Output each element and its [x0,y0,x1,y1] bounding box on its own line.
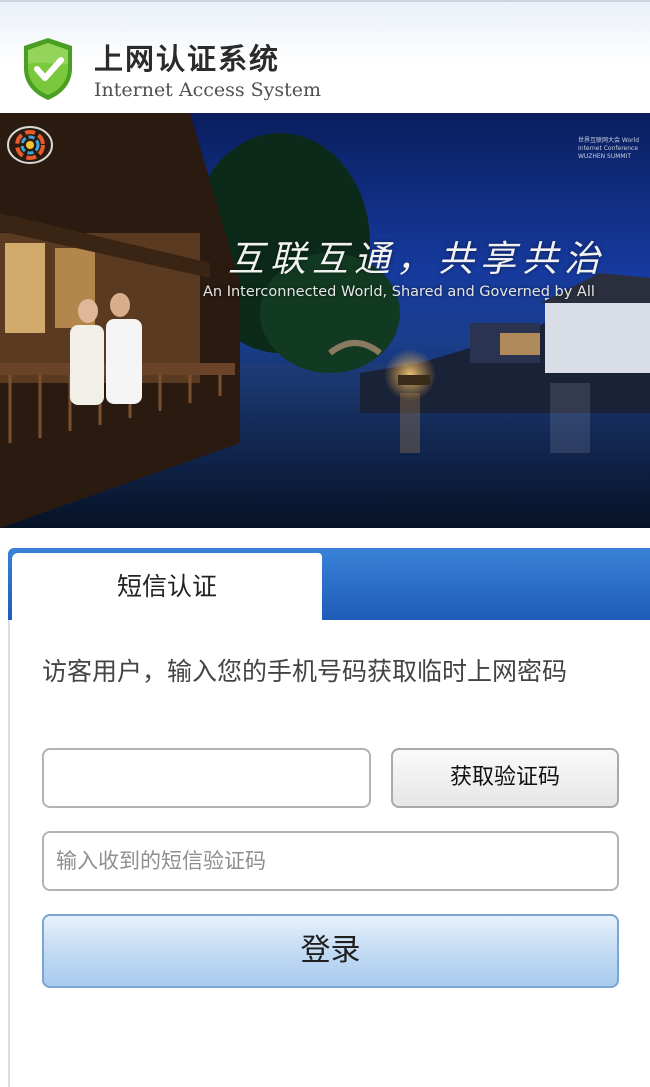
banner-slogan-en: An Interconnected World, Shared and Gove… [203,284,595,300]
tab-sms-auth[interactable]: 短信认证 [12,553,322,623]
instruction-text: 访客用户，输入您的手机号码获取临时上网密码 [42,657,568,686]
app-subtitle: Internet Access System [94,79,322,101]
phone-number-input[interactable] [42,748,371,808]
sms-code-input[interactable] [42,831,619,891]
app-header: 上网认证系统 Internet Access System [0,0,650,113]
login-button[interactable]: 登录 [42,914,619,988]
shield-check-icon [24,38,72,100]
get-code-button[interactable]: 获取验证码 [391,748,619,808]
banner-slogan-cn: 互联互通，共享共治 [228,239,607,280]
banner-scene [0,113,650,528]
conference-text: 世界互联网大会 World Internet Conference WUZHEN… [578,137,640,160]
world-internet-conference-logo [7,126,53,164]
banner-image: 世界互联网大会 World Internet Conference WUZHEN… [0,113,650,528]
app-title: 上网认证系统 [94,42,281,76]
